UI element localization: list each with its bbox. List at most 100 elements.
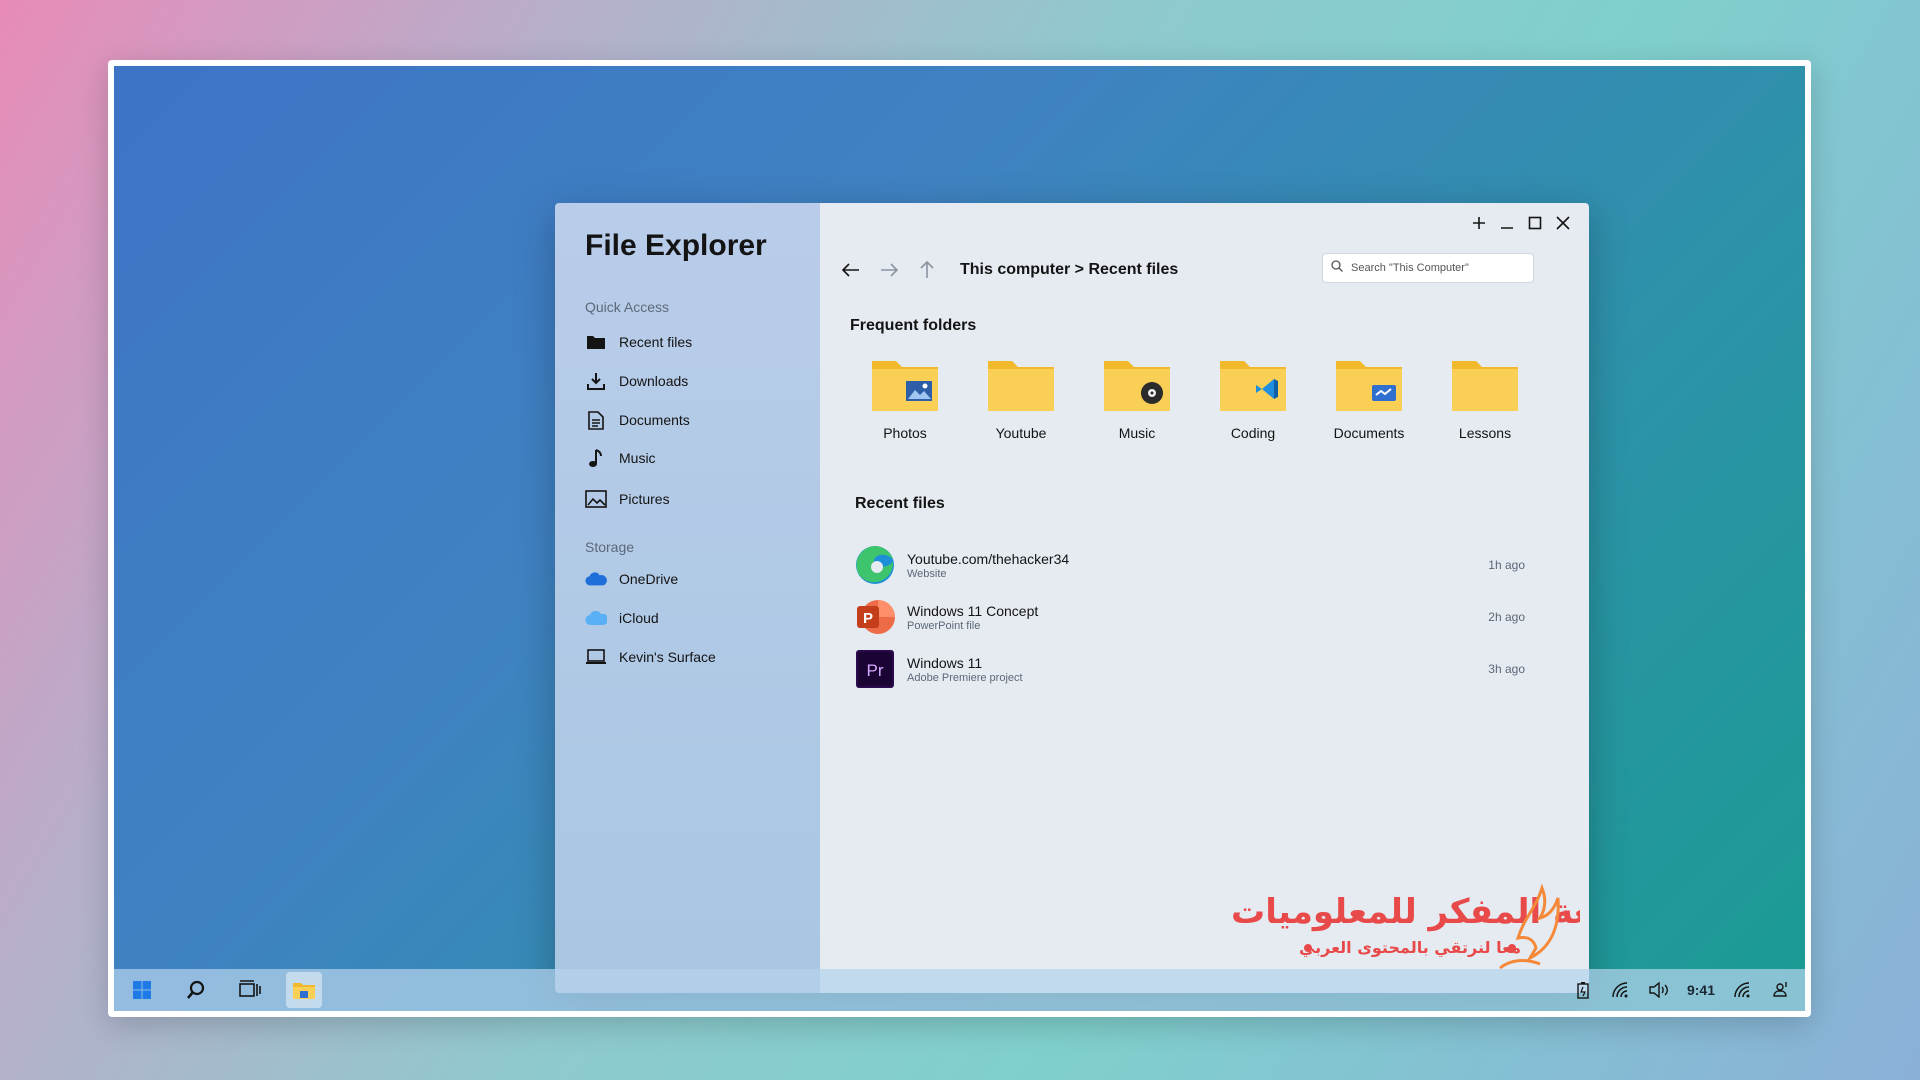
- sidebar-item-label: Kevin's Surface: [619, 649, 716, 665]
- window-controls: [1471, 215, 1571, 231]
- folder-icon: [988, 361, 1054, 411]
- file-type: Adobe Premiere project: [907, 671, 1023, 684]
- close-icon[interactable]: [1555, 215, 1571, 231]
- sidebar-item-label: Music: [619, 450, 656, 466]
- file-name: Windows 11: [907, 654, 983, 671]
- icloud-icon: [585, 607, 607, 629]
- maximize-icon[interactable]: [1527, 215, 1543, 231]
- start-button[interactable]: [124, 972, 160, 1008]
- task-view-button[interactable]: [232, 972, 268, 1008]
- sidebar-item-icloud[interactable]: iCloud: [585, 605, 659, 631]
- folder-coding[interactable]: Coding: [1198, 355, 1308, 441]
- sidebar-item-music[interactable]: Music: [585, 445, 656, 471]
- search-box[interactable]: [1322, 253, 1534, 283]
- file-name: Windows 11 Concept: [907, 602, 1039, 619]
- premiere-pro-icon: Pr: [855, 649, 895, 689]
- sidebar-item-label: Pictures: [619, 491, 670, 507]
- navigation-bar: This computer > Recent files: [840, 259, 1178, 281]
- watermark-subtitle: معا لنرتقي بالمحتوى العربي: [1299, 938, 1521, 958]
- file-time: 1h ago: [1488, 558, 1525, 572]
- folder-icon: [585, 331, 607, 353]
- minimize-icon[interactable]: [1499, 215, 1515, 231]
- powerpoint-icon: P: [855, 597, 895, 637]
- download-icon: [585, 370, 607, 392]
- new-tab-plus-icon[interactable]: [1471, 215, 1487, 231]
- file-type: PowerPoint file: [907, 619, 981, 632]
- taskbar: 9:41: [114, 969, 1805, 1011]
- laptop-icon: [585, 646, 607, 668]
- wifi-icon[interactable]: [1611, 980, 1631, 1000]
- file-type: Website: [907, 567, 947, 580]
- network-icon[interactable]: [1733, 980, 1753, 1000]
- picture-icon: [585, 488, 607, 510]
- photos-folder-icon: [872, 361, 938, 411]
- sidebar-item-pictures[interactable]: Pictures: [585, 486, 670, 512]
- coding-folder-icon: [1220, 361, 1286, 411]
- file-explorer-icon: [293, 983, 315, 999]
- file-explorer-window: File Explorer Quick Access Recent files …: [555, 203, 1589, 993]
- sidebar-item-recent-files[interactable]: Recent files: [585, 329, 692, 355]
- screenshot-frame: File Explorer Quick Access Recent files …: [108, 60, 1811, 1017]
- file-time: 3h ago: [1488, 662, 1525, 676]
- document-icon: [585, 409, 607, 431]
- watermark-logo: قلعة المفكر للمعلوميات معا لنرتقي بالمحت…: [1231, 883, 1580, 970]
- notifications-icon[interactable]: [1771, 980, 1791, 1000]
- search-input[interactable]: [1349, 261, 1525, 275]
- volume-icon[interactable]: [1649, 980, 1669, 1000]
- sidebar-item-documents[interactable]: Documents: [585, 407, 690, 433]
- sidebar-item-label: Downloads: [619, 373, 689, 389]
- frequent-folders-heading: Frequent folders: [850, 317, 977, 334]
- folder-photos[interactable]: Photos: [850, 355, 960, 441]
- forward-arrow-icon[interactable]: [878, 259, 900, 281]
- file-name: Youtube.com/thehacker34: [907, 550, 1070, 567]
- sidebar-item-label: Recent files: [619, 334, 693, 350]
- search-icon: [187, 980, 205, 999]
- folder-label: Youtube: [995, 425, 1047, 441]
- main-pane: This computer > Recent files Frequent fo…: [820, 203, 1589, 993]
- svg-text:P: P: [863, 610, 873, 627]
- folder-label: Documents: [1333, 425, 1405, 441]
- sidebar-item-label: OneDrive: [619, 571, 679, 587]
- recent-file-row[interactable]: Youtube.com/thehacker34 Website 1h ago: [855, 539, 1525, 591]
- sidebar-item-kevins-surface[interactable]: Kevin's Surface: [585, 644, 716, 670]
- music-folder-icon: [1104, 361, 1170, 411]
- up-arrow-icon[interactable]: [916, 259, 938, 281]
- battery-icon[interactable]: [1573, 980, 1593, 1000]
- folder-lessons[interactable]: Lessons: [1430, 355, 1540, 441]
- storage-label: Storage: [585, 539, 635, 555]
- breadcrumb[interactable]: This computer > Recent files: [960, 261, 1178, 279]
- onedrive-cloud-icon: [585, 568, 607, 590]
- desktop: File Explorer Quick Access Recent files …: [114, 66, 1805, 1011]
- folder-documents[interactable]: Documents: [1314, 355, 1424, 441]
- folder-music[interactable]: Music: [1082, 355, 1192, 441]
- recent-file-row[interactable]: P Windows 11 Concept PowerPoint file 2h …: [855, 591, 1525, 643]
- watermark-title: قلعة المفكر للمعلوميات: [1231, 892, 1580, 932]
- file-explorer-taskbar-button[interactable]: [286, 972, 322, 1008]
- edge-browser-icon: [855, 545, 895, 585]
- clock[interactable]: 9:41: [1687, 982, 1715, 998]
- recent-files-list: Youtube.com/thehacker34 Website 1h ago P…: [855, 539, 1525, 695]
- recent-files-heading: Recent files: [855, 495, 945, 512]
- quick-access-label: Quick Access: [585, 299, 670, 315]
- app-title: File Explorer: [585, 229, 767, 262]
- documents-folder-icon: [1336, 361, 1402, 411]
- sidebar-item-onedrive[interactable]: OneDrive: [585, 566, 678, 592]
- music-note-icon: [585, 447, 607, 469]
- folder-label: Music: [1118, 425, 1156, 441]
- folder-label: Lessons: [1458, 425, 1512, 441]
- folder-youtube[interactable]: Youtube: [966, 355, 1076, 441]
- back-arrow-icon[interactable]: [840, 259, 862, 281]
- svg-text:Pr: Pr: [867, 661, 884, 680]
- recent-file-row[interactable]: Pr Windows 11 Adobe Premiere project 3h …: [855, 643, 1525, 695]
- task-view-icon: [239, 980, 261, 997]
- windows-logo-icon: [133, 981, 151, 999]
- folder-label: Coding: [1230, 425, 1276, 441]
- file-time: 2h ago: [1488, 610, 1525, 624]
- folder-icon: [1452, 361, 1518, 411]
- search-button[interactable]: [178, 972, 214, 1008]
- frequent-folders-grid: Photos Youtube Music Coding Documents Le…: [850, 355, 1540, 441]
- sidebar-item-label: iCloud: [619, 610, 659, 626]
- sidebar-item-label: Documents: [619, 412, 690, 428]
- sidebar-item-downloads[interactable]: Downloads: [585, 368, 688, 394]
- folder-label: Photos: [883, 425, 927, 441]
